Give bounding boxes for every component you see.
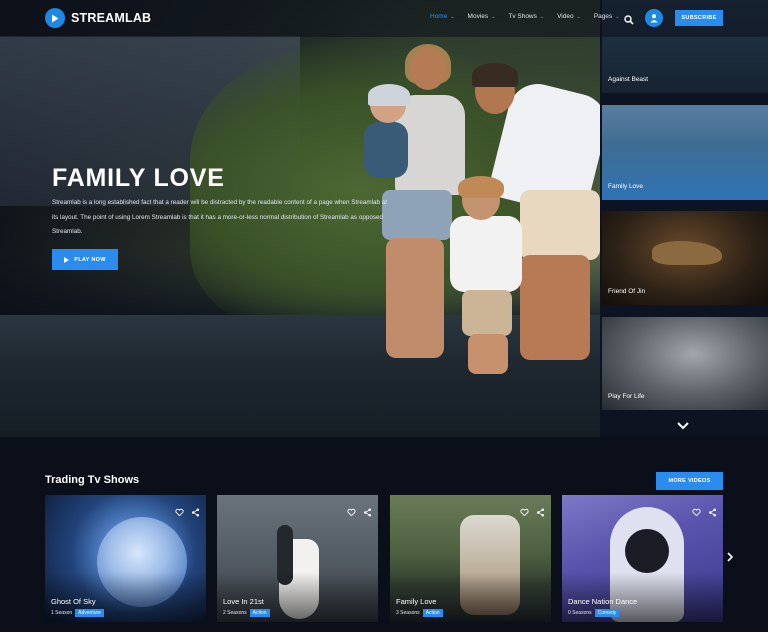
hero-figure-mother-head — [410, 48, 446, 90]
sidebar-item-label: Play For Life — [608, 393, 645, 400]
show-seasons: 1 Season — [51, 610, 73, 616]
show-seasons: 3 Seasons — [396, 610, 420, 616]
hero-figure-child-shorts — [462, 290, 512, 336]
hero-description: Streamlab is a long established fact tha… — [52, 199, 387, 235]
hero-figure-mother-legs — [386, 238, 444, 358]
subscribe-button[interactable]: SUBSCRIBE — [675, 10, 723, 26]
show-card[interactable]: Ghost Of Sky 1 Season Adventure — [45, 495, 206, 622]
genre-badge: Action — [249, 609, 270, 617]
nav-item-label: Movies — [467, 13, 489, 20]
sidebar-item-label: Friend Of Jin — [608, 288, 646, 295]
brand-logo[interactable]: STREAMLAB — [45, 8, 151, 28]
nav-item-movies[interactable]: Movies ⌄ — [468, 13, 496, 20]
chevron-down-icon: ⌄ — [615, 13, 620, 20]
genre-badge: Adventure — [75, 609, 104, 617]
nav-item-label: Video — [557, 13, 574, 20]
share-icon[interactable] — [708, 504, 717, 517]
show-card[interactable]: Family Love 3 Seasons Action — [390, 495, 551, 622]
chevron-right-icon[interactable] — [726, 549, 734, 562]
main-nav: Home ⌄ Movies ⌄ Tv Shows ⌄ Video ⌄ Pages… — [430, 13, 632, 20]
sidebar-item-label: Against Beast — [608, 76, 649, 83]
genre-badge: Comedy — [594, 609, 620, 617]
hero-figure-baby-hat — [368, 84, 410, 106]
section-title: Trading Tv Shows — [45, 474, 140, 486]
chevron-down-icon: ⌄ — [491, 13, 496, 20]
share-icon[interactable] — [536, 504, 545, 517]
show-seasons: 0 Seasons — [568, 610, 592, 616]
nav-item-tv-shows[interactable]: Tv Shows ⌄ — [508, 13, 544, 20]
card-actions — [520, 504, 545, 517]
share-icon[interactable] — [191, 504, 200, 517]
show-seasons: 2 Seasons — [223, 610, 247, 616]
show-title: Love In 21st — [223, 597, 264, 606]
featured-sidebar: Against Beast Family Love Friend Of Jin … — [600, 0, 768, 437]
hero-figure-child-legs — [468, 334, 508, 374]
mask-figure — [625, 529, 669, 573]
genre-badge: Action — [422, 609, 443, 617]
show-title: Ghost Of Sky — [51, 597, 96, 606]
search-icon[interactable] — [624, 12, 634, 25]
brand-name: STREAMLAB — [71, 11, 152, 25]
hero-title: FAMILY LOVE — [52, 164, 225, 192]
nav-item-pages[interactable]: Pages ⌄ — [594, 13, 620, 20]
user-icon[interactable] — [645, 9, 663, 27]
chevron-down-icon[interactable] — [676, 418, 690, 430]
show-meta: 2 Seasons Action — [223, 609, 270, 617]
hero-figure-father-shorts — [520, 190, 600, 260]
nav-item-label: Tv Shows — [508, 13, 537, 20]
chevron-down-icon: ⌄ — [539, 13, 545, 20]
hero-figure-father-hair — [472, 63, 518, 87]
chevron-down-icon: ⌄ — [450, 13, 455, 20]
show-card[interactable]: Love In 21st 2 Seasons Action — [217, 495, 378, 622]
nav-item-home[interactable]: Home ⌄ — [430, 13, 455, 20]
hero-figure-father-legs — [520, 255, 590, 360]
heart-icon[interactable] — [347, 504, 356, 517]
more-videos-button[interactable]: MORE VIDEOS — [656, 472, 723, 490]
show-meta: 0 Seasons Comedy — [568, 609, 620, 617]
sidebar-item-family-love[interactable]: Family Love — [602, 105, 768, 200]
show-title: Dance Nation Dance — [568, 597, 638, 606]
hero-figure-baby-body — [364, 122, 408, 178]
chevron-down-icon: ⌄ — [576, 13, 581, 20]
play-now-button[interactable]: PLAY NOW — [52, 249, 118, 270]
hero-figure-child-body — [450, 216, 522, 292]
sidebar-item-play-for-life[interactable]: Play For Life — [602, 317, 768, 410]
play-logo-icon — [45, 8, 65, 28]
sidebar-item-friend-of-jin[interactable]: Friend Of Jin — [602, 211, 768, 305]
card-actions — [692, 504, 717, 517]
show-card[interactable]: Dance Nation Dance 0 Seasons Comedy — [562, 495, 723, 622]
heart-icon[interactable] — [520, 504, 529, 517]
show-title: Family Love — [396, 597, 437, 606]
heart-icon[interactable] — [692, 504, 701, 517]
share-icon[interactable] — [363, 504, 372, 517]
heart-icon[interactable] — [175, 504, 184, 517]
card-actions — [175, 504, 200, 517]
show-meta: 3 Seasons Action — [396, 609, 443, 617]
play-icon — [64, 256, 70, 263]
nav-item-video[interactable]: Video ⌄ — [557, 13, 581, 20]
card-actions — [347, 504, 372, 517]
show-meta: 1 Season Adventure — [51, 609, 104, 617]
sidebar-item-label: Family Love — [608, 183, 644, 190]
play-now-label: PLAY NOW — [74, 256, 106, 263]
hero-figure-mother-shorts — [382, 190, 452, 240]
nav-item-label: Pages — [593, 13, 613, 20]
nav-item-label: Home — [430, 13, 448, 20]
top-navbar: STREAMLAB Home ⌄ Movies ⌄ Tv Shows ⌄ Vid… — [0, 0, 768, 37]
hero-figure-child-hat — [458, 176, 504, 198]
